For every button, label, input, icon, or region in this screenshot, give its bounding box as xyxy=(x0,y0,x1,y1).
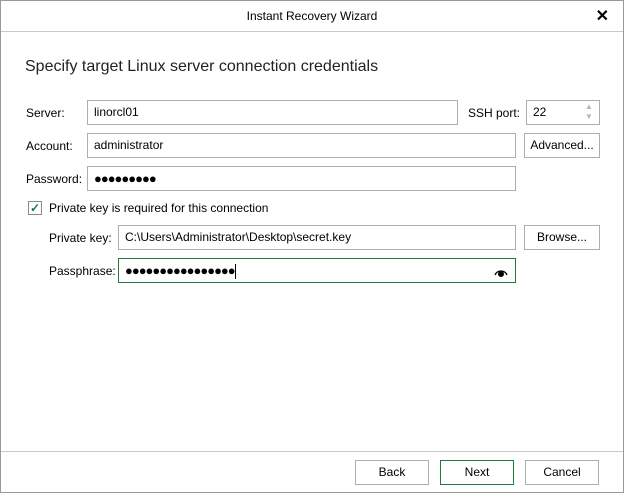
password-input[interactable]: ●●●●●●●●● xyxy=(87,166,516,191)
footer-divider xyxy=(1,451,623,452)
ssh-port-label: SSH port: xyxy=(468,106,521,120)
cancel-button[interactable]: Cancel xyxy=(525,460,599,485)
account-input[interactable]: administrator xyxy=(87,133,516,158)
text-caret xyxy=(234,264,236,280)
passphrase-input[interactable]: ●●●●●●●●●●●●●●●● xyxy=(118,258,516,283)
close-icon[interactable]: ✕ xyxy=(596,1,609,32)
passphrase-label: Passphrase: xyxy=(49,264,116,278)
spin-arrows-icon[interactable]: ▲ ▼ xyxy=(581,102,597,123)
ssh-port-stepper[interactable]: 22 ▲ ▼ xyxy=(526,100,600,125)
window-title: Instant Recovery Wizard xyxy=(246,9,378,23)
private-key-checkbox[interactable]: ✓ xyxy=(28,201,42,215)
back-button[interactable]: Back xyxy=(355,460,429,485)
next-button[interactable]: Next xyxy=(440,460,514,485)
account-label: Account: xyxy=(26,139,73,153)
server-label: Server: xyxy=(26,106,65,120)
passphrase-value: ●●●●●●●●●●●●●●●● xyxy=(125,263,236,278)
server-input[interactable]: linorcl01 xyxy=(87,100,458,125)
ssh-port-value: 22 xyxy=(533,105,547,119)
password-label: Password: xyxy=(26,172,83,186)
page-title: Specify target Linux server connection c… xyxy=(25,58,379,75)
browse-button[interactable]: Browse... xyxy=(524,225,600,250)
private-key-label: Private key: xyxy=(49,231,112,245)
checkmark-icon: ✓ xyxy=(29,201,41,215)
private-key-checkbox-label[interactable]: Private key is required for this connect… xyxy=(49,201,268,215)
title-bar: Instant Recovery Wizard ✕ xyxy=(1,1,623,32)
show-password-eye-icon[interactable] xyxy=(493,263,509,279)
wizard-window: Instant Recovery Wizard ✕ Specify target… xyxy=(0,0,624,493)
private-key-input[interactable]: C:\Users\Administrator\Desktop\secret.ke… xyxy=(118,225,516,250)
advanced-button[interactable]: Advanced... xyxy=(524,133,600,158)
